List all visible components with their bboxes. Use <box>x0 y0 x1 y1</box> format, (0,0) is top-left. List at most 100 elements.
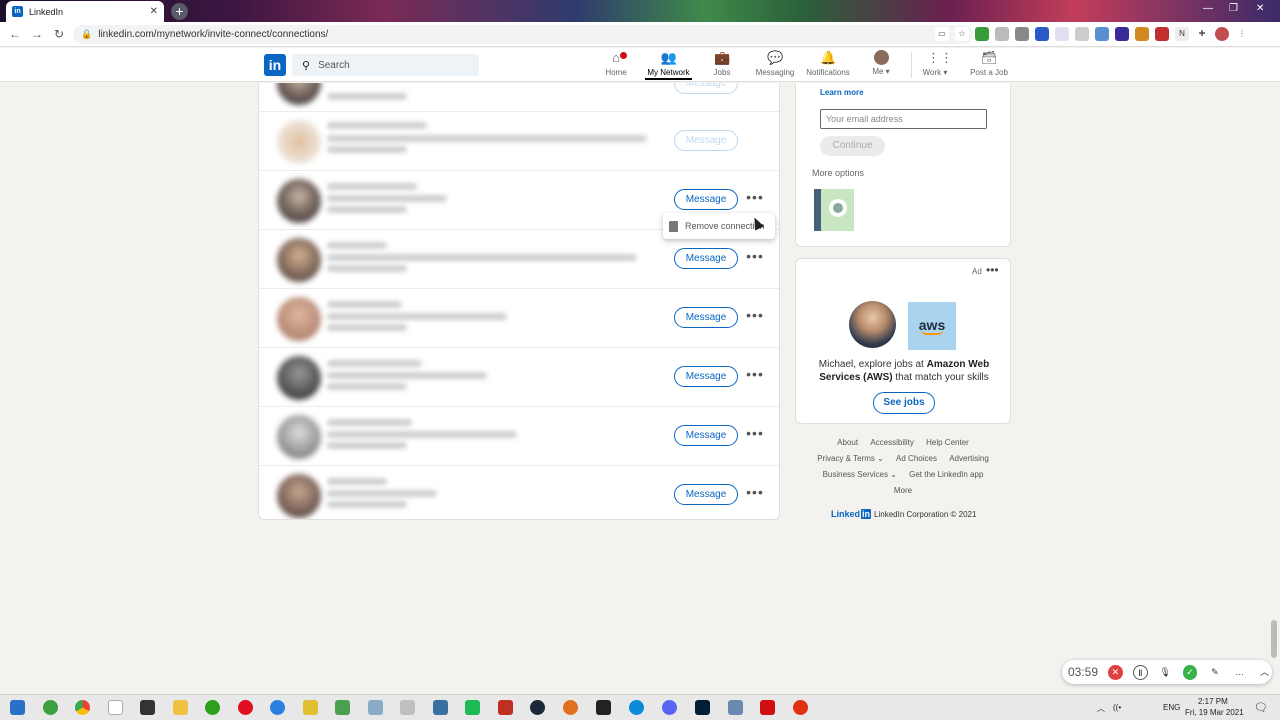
stop-icon[interactable]: ✕ <box>1108 664 1123 680</box>
pen-icon[interactable]: ✎ <box>1207 664 1223 680</box>
flash-icon[interactable] <box>793 700 808 715</box>
close-icon[interactable]: ✕ <box>150 6 158 17</box>
menu-icon[interactable]: ⋮ <box>1235 27 1249 41</box>
discord-icon[interactable] <box>662 700 677 715</box>
see-jobs-button[interactable]: See jobs <box>873 392 935 414</box>
paint-icon[interactable] <box>368 700 383 715</box>
spotify-icon[interactable] <box>465 700 480 715</box>
back-icon[interactable]: ← <box>4 27 26 41</box>
nav-jobs[interactable]: 💼 Jobs <box>712 50 732 80</box>
browser-tab[interactable]: in LinkedIn ✕ <box>6 1 164 22</box>
extension-badge-icon[interactable] <box>1095 27 1109 41</box>
more-options-button[interactable]: ••• <box>744 425 766 446</box>
extension-camera-icon[interactable] <box>995 27 1009 41</box>
avatar[interactable] <box>277 120 321 164</box>
photoshop-icon[interactable] <box>695 700 710 715</box>
microphone-icon[interactable]: 🎙 <box>1157 664 1173 680</box>
extension-green-icon[interactable] <box>975 27 989 41</box>
nav-my-network[interactable]: 👥 My Network <box>645 50 692 80</box>
new-tab-button[interactable]: + <box>171 3 188 20</box>
nav-post-a-job[interactable]: 🗃 Post a Job <box>970 50 1008 80</box>
nav-messaging[interactable]: 💬 Messaging <box>755 50 795 80</box>
footer-link[interactable]: Help Center <box>926 438 969 447</box>
nav-me[interactable]: Me ▾ <box>870 50 892 80</box>
action-center-icon[interactable]: 🗨 <box>1254 701 1268 714</box>
message-button[interactable]: Message <box>674 484 738 505</box>
message-button[interactable]: Message <box>674 83 738 94</box>
footer-link[interactable]: About <box>837 438 858 447</box>
profile-avatar[interactable] <box>1215 27 1229 41</box>
tray-chevron-icon[interactable]: ︿ <box>1097 703 1105 714</box>
network-app-icon[interactable] <box>728 700 743 715</box>
avatar[interactable] <box>277 474 321 518</box>
avatar[interactable] <box>277 179 321 223</box>
footer-link[interactable]: Business Services ⌄ <box>823 470 897 479</box>
message-button[interactable]: Message <box>674 248 738 269</box>
acrobat-icon[interactable] <box>760 700 775 715</box>
more-options-button[interactable]: ••• <box>744 189 766 210</box>
check-icon[interactable]: ✓ <box>1182 664 1198 680</box>
star-icon[interactable]: ☆ <box>955 27 969 41</box>
nav-notifications[interactable]: 🔔 Notifications <box>805 50 851 80</box>
footer-link[interactable]: Accessibility <box>870 438 914 447</box>
globe-icon[interactable] <box>270 700 285 715</box>
forward-icon[interactable]: → <box>26 27 48 41</box>
extension-crop-icon[interactable] <box>1015 27 1029 41</box>
window-close-icon[interactable]: ✕ <box>1256 3 1264 14</box>
language-indicator[interactable]: ENG <box>1163 703 1180 712</box>
notion-icon[interactable] <box>140 700 155 715</box>
avatar[interactable] <box>277 238 321 282</box>
extension-cloud-icon[interactable] <box>1055 27 1069 41</box>
message-button[interactable]: Message <box>674 366 738 387</box>
address-book-icon[interactable] <box>814 189 854 231</box>
avatar[interactable] <box>277 415 321 459</box>
epic-games-icon[interactable] <box>596 700 611 715</box>
reload-icon[interactable]: ↻ <box>48 27 70 41</box>
filezilla-icon[interactable] <box>498 700 513 715</box>
linkedin-logo[interactable]: in <box>264 54 286 76</box>
extension-n-icon[interactable]: N <box>1175 27 1189 41</box>
email-field[interactable]: Your email address <box>820 109 987 129</box>
notepad-icon[interactable] <box>335 700 350 715</box>
footer-link[interactable]: More <box>894 486 912 495</box>
pen-tool-icon[interactable] <box>400 700 415 715</box>
avatar[interactable] <box>277 83 321 105</box>
ad-more-button[interactable]: ••• <box>986 263 999 277</box>
aws-logo[interactable]: aws <box>908 302 956 350</box>
extension-pen-icon[interactable] <box>1075 27 1089 41</box>
learn-more-link[interactable]: Learn more <box>820 88 864 97</box>
pause-icon[interactable]: Ⅱ <box>1132 664 1148 680</box>
windows-start-icon[interactable] <box>10 700 25 715</box>
avatar[interactable] <box>277 297 321 341</box>
clock-time[interactable]: 2:17 PM <box>1198 697 1228 706</box>
maximize-icon[interactable]: ❐ <box>1229 3 1238 14</box>
sticky-icon[interactable] <box>303 700 318 715</box>
edge-icon[interactable] <box>629 700 644 715</box>
chrome-icon[interactable] <box>75 700 90 715</box>
footer-link[interactable]: Privacy & Terms ⌄ <box>817 454 884 463</box>
search-input[interactable]: ⚲ Search <box>292 54 479 76</box>
message-button[interactable]: Message <box>674 307 738 328</box>
message-button[interactable]: Message <box>674 130 738 151</box>
folder-icon[interactable] <box>173 700 188 715</box>
nav-work[interactable]: ⋮⋮ Work ▾ <box>920 50 953 80</box>
more-options-button[interactable]: ••• <box>744 307 766 328</box>
origin-icon[interactable] <box>563 700 578 715</box>
more-options-button[interactable]: ••• <box>744 366 766 387</box>
more-options-button[interactable]: ••• <box>744 484 766 505</box>
chevron-up-icon[interactable]: ︿ <box>1257 664 1272 680</box>
message-button[interactable]: Message <box>674 425 738 446</box>
footer-link[interactable]: Advertising <box>949 454 989 463</box>
wifi-icon[interactable]: ((• <box>1113 703 1121 712</box>
clock-date[interactable]: Fri, 19 Mar 2021 <box>1185 708 1244 717</box>
extension-red-icon[interactable] <box>1155 27 1169 41</box>
extension-blue-icon[interactable] <box>1035 27 1049 41</box>
extension-orange-icon[interactable] <box>1135 27 1149 41</box>
cast-icon[interactable]: ▭ <box>935 27 949 41</box>
puzzle-icon[interactable]: ✚ <box>1195 27 1209 41</box>
quickbooks-icon[interactable] <box>205 700 220 715</box>
more-options-button[interactable]: ••• <box>744 248 766 269</box>
address-bar[interactable]: 🔒 linkedin.com/mynetwork/invite-connect/… <box>73 25 973 44</box>
continue-button[interactable]: Continue <box>820 136 885 156</box>
steam-icon[interactable] <box>530 700 545 715</box>
